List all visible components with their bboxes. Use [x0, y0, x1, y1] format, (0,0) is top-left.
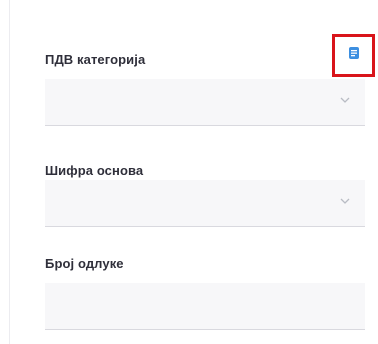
decision-number-input[interactable] [45, 283, 365, 330]
chevron-down-icon[interactable] [339, 195, 351, 207]
vat-category-label: ПДВ категорија [45, 52, 146, 67]
form-panel: ПДВ категорија Шифра основа Број одлуке [9, 0, 378, 344]
basis-code-select[interactable] [45, 180, 365, 227]
vat-info-highlight[interactable] [332, 34, 375, 77]
vat-category-select[interactable] [45, 79, 365, 126]
chevron-down-icon[interactable] [339, 94, 351, 106]
document-info-icon[interactable] [348, 46, 360, 60]
decision-number-label: Број одлуке [45, 256, 124, 271]
basis-code-label: Шифра основа [45, 163, 144, 178]
